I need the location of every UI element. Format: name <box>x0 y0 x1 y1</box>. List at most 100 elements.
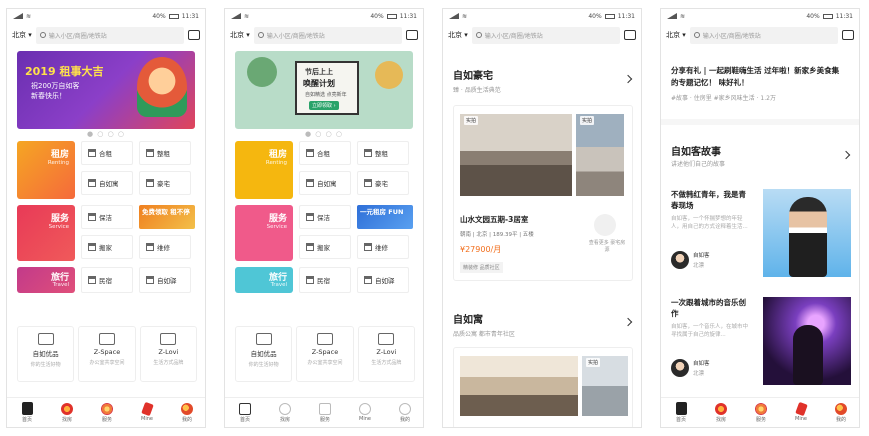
category-travel[interactable]: 旅行 Travel <box>17 267 75 293</box>
search-input[interactable]: 输入小区/商圈/地铁站 <box>471 26 620 44</box>
tile-moving[interactable]: 搬家 <box>81 235 133 259</box>
category-travel[interactable]: 旅行 Travel <box>235 267 293 293</box>
tile-label: 维修 <box>375 244 388 252</box>
tab-find[interactable]: 找房 <box>701 398 741 427</box>
tile-label: 保洁 <box>99 214 112 222</box>
broom-icon <box>306 213 314 221</box>
tile-homestay[interactable]: 民宿 <box>81 267 133 293</box>
apartment-listing-card[interactable]: 实拍 <box>453 347 633 427</box>
category-renting[interactable]: 租房 Renting <box>235 141 293 199</box>
category-service[interactable]: 服务 Service <box>17 205 75 261</box>
lion-mascot-icon <box>137 57 187 117</box>
tile-whole-rent[interactable]: 整租 <box>139 141 191 165</box>
brand-zlovi[interactable]: Z-Lovi 生活方式品牌 <box>139 326 197 382</box>
promo-banner[interactable]: 节后上上 唤醒计划 自如精选 点亮新年 立即领取 › <box>235 51 413 129</box>
chevron-right-icon[interactable] <box>623 317 633 327</box>
category-label: 服务 <box>50 214 69 224</box>
status-bar: ≋ 40% 11:31 <box>7 9 205 23</box>
banner-sub: 自如精选 点亮新年 <box>305 92 347 98</box>
brand-sub: 你的生活好物 <box>30 362 61 368</box>
tab-home[interactable]: 首页 <box>7 398 47 427</box>
house-icon <box>88 149 96 157</box>
tile-moving[interactable]: 搬家 <box>299 235 351 259</box>
tab-find[interactable]: 找房 <box>47 398 87 427</box>
category-en-label: Renting <box>47 160 69 166</box>
home-icon <box>306 276 314 284</box>
tab-label: 服务 <box>755 416 766 423</box>
chevron-right-icon[interactable] <box>623 74 633 84</box>
section-title: 自如客故事 <box>671 147 721 158</box>
search-placeholder: 输入小区/商圈/地铁站 <box>484 32 543 40</box>
luxury-listing-card[interactable]: 实拍 实拍 山水文园五期-3居室 朝南 | 北京 | 189.39平 | 五楼 … <box>453 105 633 281</box>
hotel-icon <box>364 276 372 284</box>
search-input[interactable]: 输入小区/商圈/地铁站 <box>35 26 184 44</box>
tile-ziroom-apartment[interactable]: 自如寓 <box>81 171 133 195</box>
tab-mine[interactable]: Mine <box>127 398 167 427</box>
fish-icon <box>181 402 193 415</box>
city-selector[interactable]: 北京 ▾ <box>666 30 686 40</box>
more-circle-icon[interactable] <box>594 214 616 236</box>
tab-service[interactable]: 服务 <box>87 398 127 427</box>
category-service[interactable]: 服务 Service <box>235 205 293 261</box>
category-renting[interactable]: 租房 Renting <box>17 141 75 199</box>
message-icon[interactable] <box>406 28 418 40</box>
banner-cta-button[interactable]: 立即领取 › <box>309 101 339 110</box>
top-bar: 北京 ▾ 输入小区/商圈/地铁站 <box>443 23 641 47</box>
tile-ziroom-apartment[interactable]: 自如寓 <box>299 171 351 195</box>
promo-banner[interactable]: 2019 租事大吉 祝200万自如客 新春快乐！ <box>17 51 195 129</box>
tab-profile[interactable]: 我的 <box>821 398 859 427</box>
tile-homestay[interactable]: 民宿 <box>299 267 351 293</box>
message-icon[interactable] <box>842 28 854 40</box>
brand-youpin[interactable]: 自如优品 你的生活好物 <box>235 326 293 382</box>
message-icon[interactable] <box>624 28 636 40</box>
brand-zlovi[interactable]: Z-Lovi 生活方式品牌 <box>357 326 415 382</box>
tile-ziroom-inn[interactable]: 自如驿 <box>357 267 409 293</box>
tile-label: 合租 <box>99 150 112 158</box>
tab-profile[interactable]: 我的 <box>385 398 423 427</box>
tab-profile[interactable]: 我的 <box>167 398 205 427</box>
category-en-label: Travel <box>270 282 287 288</box>
tile-shared-rent[interactable]: 合租 <box>299 141 351 165</box>
brand-youpin[interactable]: 自如优品 你的生活好物 <box>17 326 75 382</box>
tab-mine[interactable]: Mine <box>345 398 385 427</box>
guitar-icon <box>160 333 177 345</box>
tile-label: 合租 <box>317 150 330 158</box>
city-selector[interactable]: 北京 ▾ <box>230 30 250 40</box>
chevron-right-icon[interactable] <box>841 150 851 160</box>
story-author: 自如客 <box>693 361 710 367</box>
tile-whole-rent[interactable]: 整租 <box>357 141 409 165</box>
promo-one-yuan[interactable]: 一元租房 FUN <box>357 205 413 229</box>
tab-service[interactable]: 服务 <box>741 398 781 427</box>
tile-repair[interactable]: 维修 <box>357 235 409 259</box>
tile-shared-rent[interactable]: 合租 <box>81 141 133 165</box>
more-listings-link[interactable]: 查看更多 豪宅房源 <box>588 240 626 254</box>
tile-luxury[interactable]: 豪宅 <box>357 171 409 195</box>
tile-ziroom-inn[interactable]: 自如驿 <box>139 267 191 293</box>
topic-headline-2[interactable]: 的专题记忆！ 味好礼！ <box>671 77 749 88</box>
category-label: 租房 <box>268 150 287 160</box>
tile-label: 保洁 <box>317 214 330 222</box>
search-input[interactable]: 输入小区/商圈/地铁站 <box>689 26 838 44</box>
city-selector[interactable]: 北京 ▾ <box>448 30 468 40</box>
lantern-icon <box>61 402 73 415</box>
cup-icon <box>98 333 115 345</box>
tile-cleaning[interactable]: 保洁 <box>299 205 351 229</box>
story-card[interactable]: 一次跟着城市的音乐创作 自如客，一个音乐人，在城市中寻找属于自己的旋律... 自… <box>671 297 851 389</box>
tile-luxury[interactable]: 豪宅 <box>139 171 191 195</box>
tile-repair[interactable]: 维修 <box>139 235 191 259</box>
brand-zspace[interactable]: Z-Space 办公室共享空间 <box>296 326 354 382</box>
tab-service[interactable]: 服务 <box>305 398 345 427</box>
tab-mine[interactable]: Mine <box>781 398 821 427</box>
search-input[interactable]: 输入小区/商圈/地铁站 <box>253 26 402 44</box>
topic-headline[interactable]: 分享有礼 | 一起刷鞋嗨生活 过年啦！新家乡美食集 <box>671 65 839 76</box>
message-icon[interactable] <box>188 28 200 40</box>
tab-home[interactable]: 首页 <box>225 398 265 427</box>
tile-cleaning[interactable]: 保洁 <box>81 205 133 229</box>
tab-home[interactable]: 首页 <box>661 398 701 427</box>
city-selector[interactable]: 北京 ▾ <box>12 30 32 40</box>
story-card[interactable]: 不做韩红青年，我是青春现场 自如客，一个怀揣梦想的年轻人，用自己的方式诠释着生活… <box>671 189 851 281</box>
promo-free-rent[interactable]: 免费领取 租不停 <box>139 205 195 229</box>
brand-name: Z-Lovi <box>158 348 179 356</box>
brand-zspace[interactable]: Z-Space 办公室共享空间 <box>78 326 136 382</box>
tab-find[interactable]: 找房 <box>265 398 305 427</box>
